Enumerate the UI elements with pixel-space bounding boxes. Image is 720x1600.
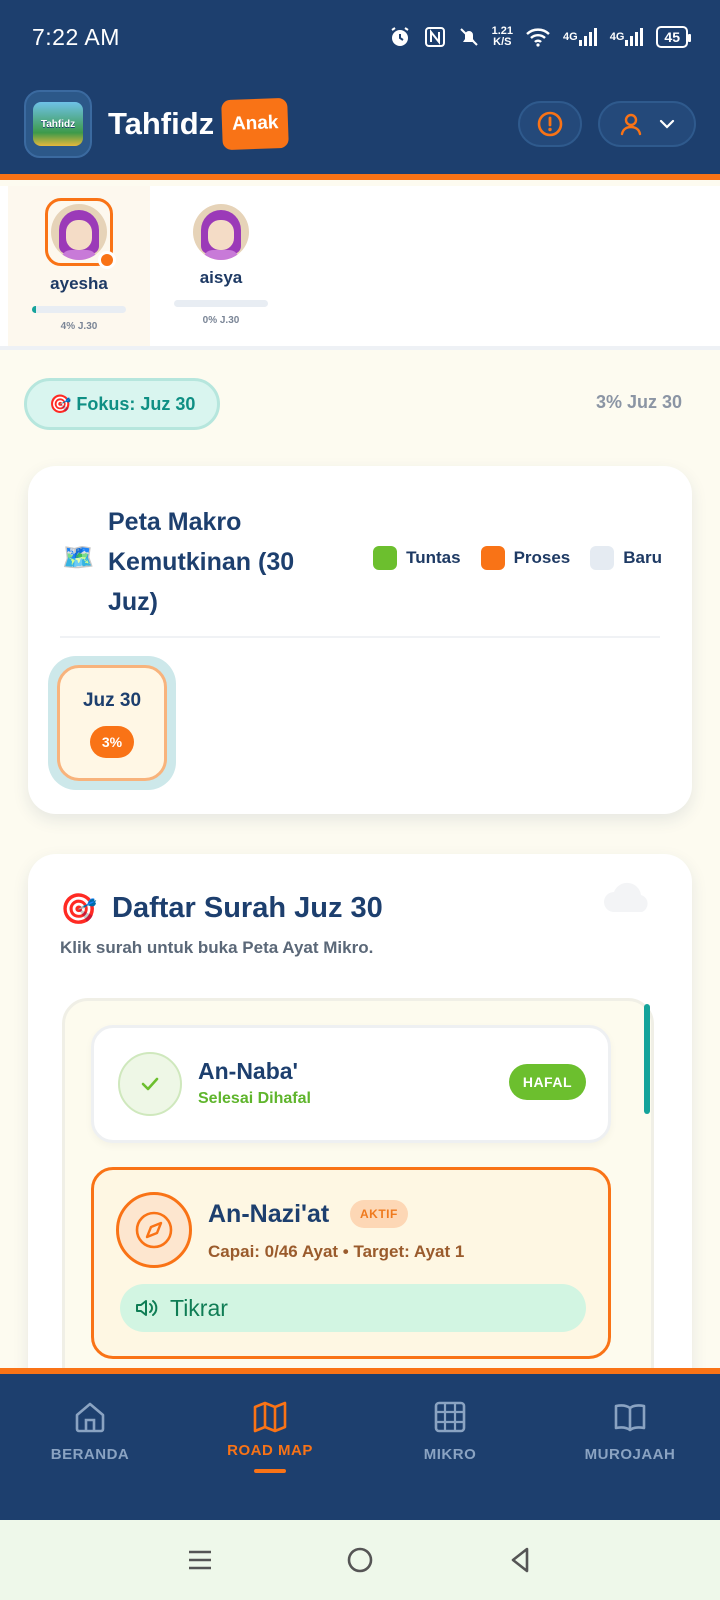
logo-image: Tahfidz (33, 102, 83, 146)
legend-swatch (590, 546, 615, 570)
bottom-nav: BERANDA ROAD MAP MIKRO MUROJAAH (0, 1368, 720, 1520)
surah-list-card: 🎯 Daftar Surah Juz 30 Klik surah untuk b… (28, 854, 692, 1418)
check-icon (118, 1052, 182, 1116)
focus-pill[interactable]: 🎯 Fokus: Juz 30 (24, 378, 221, 430)
surah-list-subtitle: Klik surah untuk buka Peta Ayat Mikro. (60, 938, 374, 957)
surah-name: An-Nazi'at (208, 1200, 330, 1228)
alert-button[interactable] (518, 101, 582, 147)
app-title: Tahfidz (108, 106, 215, 141)
compass-icon (116, 1192, 192, 1268)
nav-item-road-map[interactable]: ROAD MAP (180, 1374, 360, 1520)
child-name: aisya (199, 268, 243, 287)
scrollbar[interactable] (644, 1004, 650, 1114)
system-nav-bar (0, 1520, 720, 1600)
avatar-frame (45, 198, 116, 269)
surah-list-title: Daftar Surah Juz 30 (112, 892, 383, 924)
status-time: 7:22 AM (32, 23, 120, 50)
child-item-aisya[interactable]: aisya 0% J.30 (150, 186, 292, 346)
juz-label: Juz 30 (82, 690, 142, 711)
map-emoji-icon: 🗺️ (62, 542, 95, 572)
child-progress-bar (174, 300, 268, 307)
child-progress-label: 0% J.30 (202, 315, 240, 326)
legend-item-proses: Proses (480, 546, 570, 570)
surah-progress-text: Capai: 0/46 Ayat • Target: Ayat 1 (208, 1242, 465, 1261)
wifi-icon (525, 27, 551, 47)
surah-item-an-naziat[interactable]: An-Nazi'at AKTIF Capai: 0/46 Ayat • Targ… (91, 1167, 611, 1359)
battery-indicator: 45 (656, 26, 691, 48)
legend-swatch (480, 546, 505, 570)
speaker-icon (136, 1300, 158, 1316)
juz-tile[interactable]: Juz 30 3% (48, 656, 176, 790)
child-progress-bar (32, 306, 126, 313)
focus-summary: 3% Juz 30 (595, 392, 682, 412)
surah-name: An-Naba' (198, 1058, 299, 1084)
user-icon (620, 113, 642, 136)
mute-icon (458, 26, 480, 48)
child-item-ayesha[interactable]: ayesha 4% J.30 (8, 186, 150, 346)
network-speed: 1.21 K/S (491, 25, 514, 48)
signal-icon-1: 4G (563, 28, 598, 46)
nav-item-mikro[interactable]: MIKRO (360, 1374, 540, 1520)
juz-percent-badge: 3% (89, 726, 135, 758)
active-indicator (254, 1469, 286, 1473)
hafal-badge: HAFAL (508, 1064, 586, 1100)
surah-list[interactable]: An-Naba' Selesai Dihafal HAFAL An-Nazi'a… (62, 998, 654, 1418)
avatar (193, 204, 249, 260)
divider (60, 636, 660, 638)
avatar (51, 204, 107, 260)
app-badge: Anak (221, 97, 290, 151)
nav-item-beranda[interactable]: BERANDA (0, 1374, 180, 1520)
status-icons: 1.21 K/S 4G 4G 45 (388, 25, 691, 49)
legend-item-baru: Baru (590, 546, 662, 570)
legend: Tuntas Proses Baru (373, 546, 662, 570)
legend-item-tuntas: Tuntas (373, 546, 461, 570)
nfc-icon (424, 26, 446, 48)
surah-status: Selesai Dihafal (198, 1090, 311, 1107)
map-icon (253, 1401, 287, 1433)
tikrar-button[interactable]: Tikrar (120, 1284, 586, 1332)
grid-icon (434, 1401, 466, 1433)
nav-item-murojaah[interactable]: MUROJAAH (540, 1374, 720, 1520)
home-system-icon[interactable] (345, 1545, 375, 1575)
chevron-down-icon (659, 119, 675, 129)
legend-swatch (373, 546, 398, 570)
alarm-icon (388, 25, 412, 49)
child-selector: ayesha 4% J.30 aisya 0% J.30 (0, 186, 720, 350)
status-bar: 7:22 AM 1.21 K/S 4G 4G 45 (0, 0, 720, 74)
tikrar-label: Tikrar (170, 1294, 228, 1321)
app-header: Tahfidz Tahfidz Anak (0, 74, 720, 180)
macro-map-title: Peta Makro Kemutkinan (30 Juz) (108, 508, 295, 616)
book-icon (614, 1404, 646, 1432)
target-emoji-icon: 🎯 (60, 893, 98, 926)
child-name: ayesha (50, 274, 108, 293)
home-icon (75, 1402, 105, 1433)
app-logo[interactable]: Tahfidz (24, 90, 92, 158)
recents-icon[interactable] (185, 1545, 215, 1575)
child-progress-label: 4% J.30 (60, 321, 98, 332)
active-dot (98, 251, 116, 269)
signal-icon-2: 4G (610, 28, 645, 46)
user-menu-button[interactable] (598, 101, 696, 147)
alert-icon (537, 111, 563, 137)
surah-item-an-naba[interactable]: An-Naba' Selesai Dihafal HAFAL (91, 1025, 611, 1143)
cloud-icon (600, 882, 656, 921)
macro-map-card: 🗺️ Peta Makro Kemutkinan (30 Juz) Tuntas… (28, 466, 692, 814)
progress-fill (32, 306, 36, 313)
aktif-badge: AKTIF (350, 1200, 408, 1228)
back-icon[interactable] (505, 1545, 535, 1575)
